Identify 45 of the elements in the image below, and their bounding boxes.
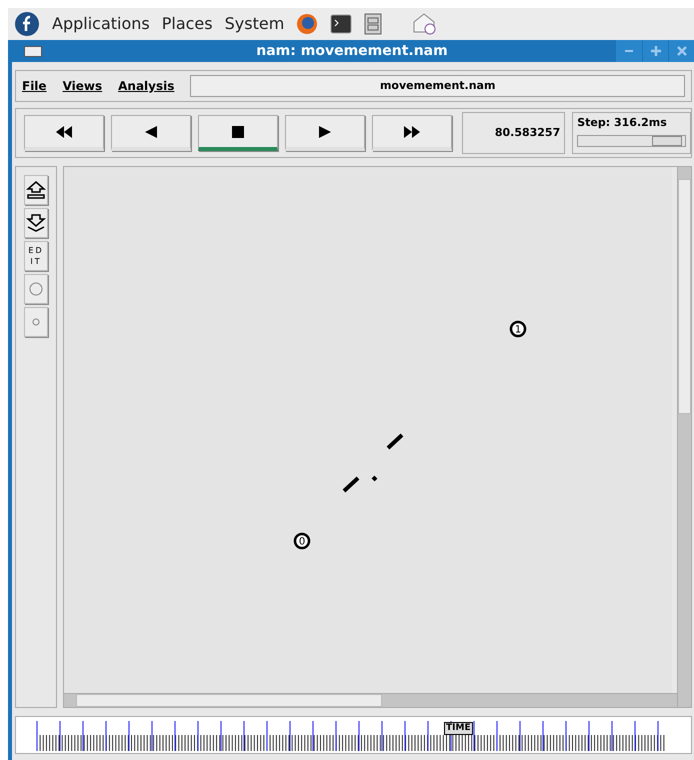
time-display: 80.583257	[462, 112, 566, 154]
file-cabinet-icon[interactable]	[364, 13, 382, 35]
node-circle	[294, 532, 310, 550]
zoom-out-icon	[26, 214, 46, 232]
circle-icon	[29, 282, 43, 296]
globe-icon[interactable]	[296, 13, 318, 35]
file-name-field: movemement.nam	[190, 75, 685, 97]
fast-forward-icon	[404, 126, 420, 138]
terminal-icon[interactable]	[330, 14, 352, 34]
time-marker[interactable]: TIME	[444, 722, 473, 735]
menu-item[interactable]: Analysis	[118, 77, 174, 95]
window-menu-icon[interactable]	[24, 46, 42, 56]
horizontal-scrollbar[interactable]	[64, 693, 677, 707]
play-icon	[319, 126, 332, 138]
menu-item[interactable]: Views	[62, 77, 102, 95]
tool-button[interactable]	[24, 208, 48, 238]
close-icon[interactable]	[668, 40, 694, 62]
zoom-in-icon	[26, 181, 46, 199]
node-label: 1	[514, 324, 522, 336]
panel-menu[interactable]: System	[224, 12, 284, 36]
stop-icon	[232, 126, 244, 138]
slider-thumb[interactable]	[652, 136, 682, 146]
edit-button[interactable]: ED IT	[24, 241, 48, 271]
fedora-logo-icon[interactable]	[14, 11, 40, 37]
mail-clock-icon[interactable]	[412, 12, 438, 36]
playback-button[interactable]	[198, 115, 278, 151]
panel-menu[interactable]: Applications	[52, 12, 150, 36]
node-circle	[510, 320, 526, 338]
menu-item[interactable]: File	[22, 77, 47, 95]
step-label: Step: 316.2ms	[577, 115, 668, 131]
vertical-scrollbar[interactable]	[677, 167, 691, 707]
circle-icon	[32, 318, 40, 326]
panel-menu[interactable]: Places	[162, 12, 213, 36]
window-title: nam: movemement.nam	[255, 42, 449, 60]
tool-button[interactable]	[24, 175, 48, 205]
playback-button[interactable]	[111, 115, 192, 151]
playback-button[interactable]	[285, 115, 366, 151]
playback-button[interactable]	[24, 115, 104, 151]
packet-drawing	[342, 433, 404, 493]
maximize-icon[interactable]	[642, 40, 668, 62]
node-label: 0	[298, 536, 306, 548]
step-slider[interactable]	[577, 134, 686, 146]
playback-button[interactable]	[372, 115, 452, 151]
rewind-icon	[56, 126, 72, 138]
step-back-icon	[145, 126, 158, 138]
